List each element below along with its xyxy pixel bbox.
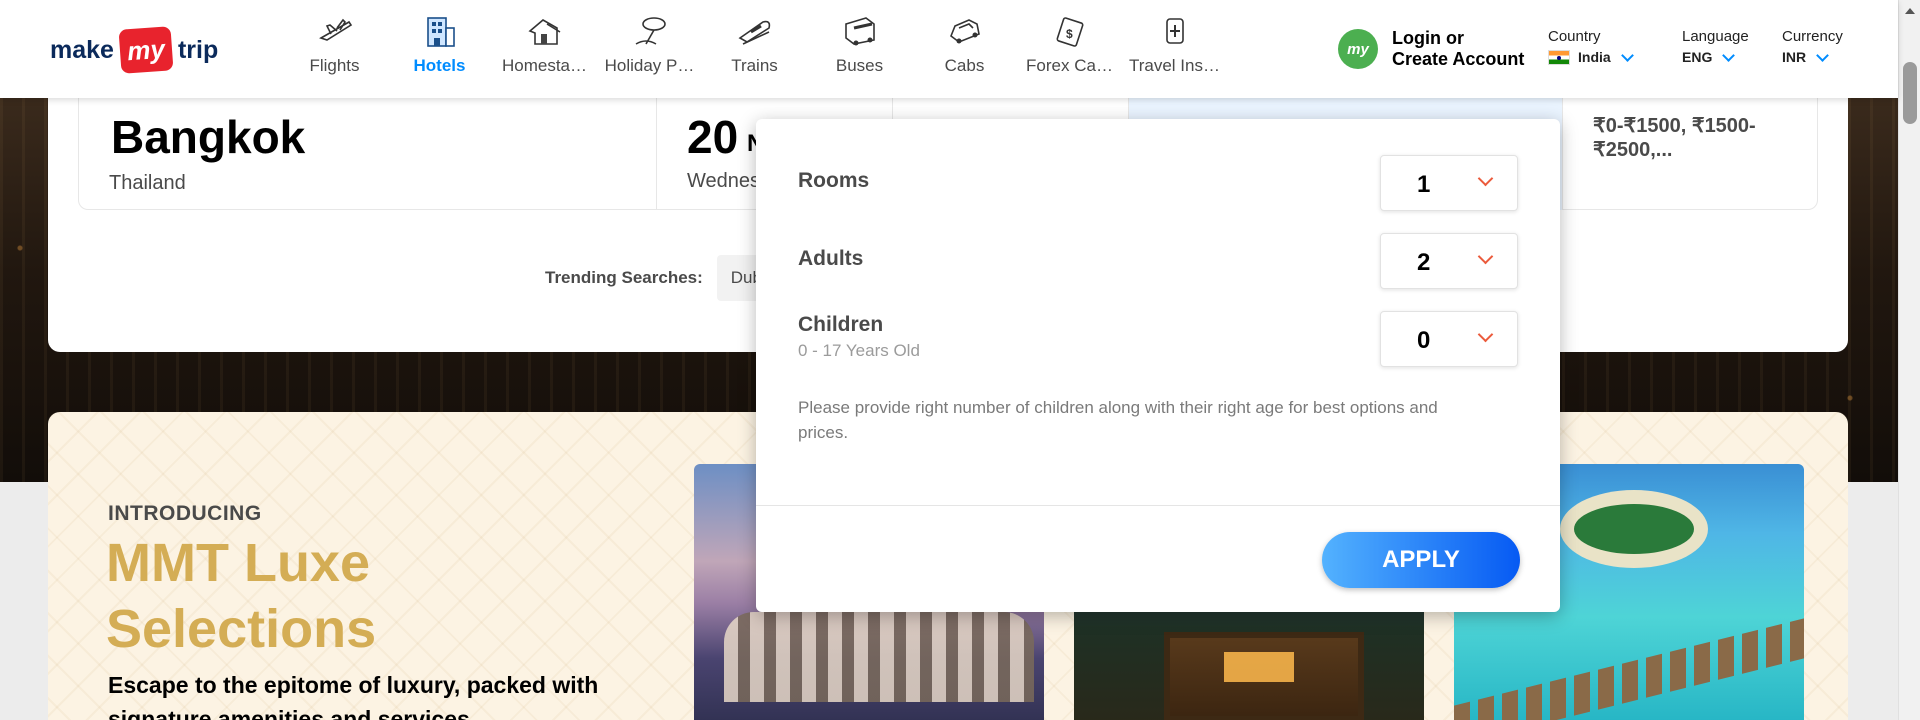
nav-label: Holiday P… (604, 56, 695, 75)
adults-value: 2 (1417, 249, 1431, 276)
nav-label: Flights (309, 56, 360, 75)
insurance-icon (1165, 18, 1184, 44)
luxe-subtitle: Escape to the epitome of luxury, packed … (108, 672, 599, 720)
india-flag-icon (1548, 49, 1570, 65)
scroll-up-arrow-icon[interactable] (1905, 8, 1915, 14)
checkin-day: 20 (687, 111, 739, 163)
adults-row: Adults 2 (798, 233, 1518, 289)
apply-button[interactable]: APPLY (1322, 532, 1520, 588)
currency-value: INR (1782, 49, 1807, 65)
forex-card-icon: $ (1056, 17, 1083, 47)
chevron-down-icon (1477, 326, 1494, 343)
makemytrip-logo[interactable]: make my trip (50, 26, 219, 74)
language-selector[interactable]: Language ENG (1682, 28, 1749, 65)
luxe-intro: INTRODUCING (108, 502, 262, 525)
children-select[interactable]: 0 (1380, 311, 1518, 367)
bus-icon (844, 17, 875, 46)
svg-text:$: $ (1066, 27, 1073, 41)
homestay-icon (527, 19, 560, 45)
logo-text-trip: trip (177, 35, 219, 64)
nav-label: Homesta… (501, 56, 588, 75)
city-country: Thailand (109, 172, 186, 194)
luxe-title: MMT Luxe Selections (106, 533, 377, 659)
trending-searches: Trending Searches: Dub (545, 255, 776, 301)
children-note: Please provide right number of children … (798, 398, 1438, 442)
rooms-value: 1 (1417, 171, 1431, 198)
chevron-down-icon (1722, 49, 1736, 62)
language-value: ENG (1682, 49, 1713, 65)
nav-label: Forex Ca… (1026, 56, 1113, 75)
nav-item-buses[interactable]: Buses (807, 12, 912, 86)
scrollbar-thumb[interactable] (1903, 62, 1917, 124)
rooms-row: Rooms 1 (798, 155, 1518, 211)
login-label: Login or Create Account (1392, 28, 1524, 70)
nav-item-travel-insurance[interactable]: Travel Ins… (1122, 12, 1227, 86)
logo-text-make: make (50, 35, 114, 64)
chevron-down-icon (1477, 170, 1494, 187)
nav-item-hotels[interactable]: Hotels (387, 12, 492, 86)
currency-title: Currency (1782, 28, 1843, 45)
trending-label: Trending Searches: (545, 268, 703, 287)
chevron-down-icon (1816, 49, 1829, 62)
children-row: Children 0 - 17 Years Old 0 (798, 311, 1518, 367)
flight-icon (318, 18, 352, 41)
city-name: Bangkok (111, 111, 306, 163)
nav-item-flights[interactable]: Flights (282, 12, 387, 86)
country-value: India (1578, 49, 1611, 65)
nav-label: Cabs (944, 56, 985, 75)
nav-item-forex-card[interactable]: $ Forex Ca… (1017, 12, 1122, 86)
nav-label: Hotels (413, 56, 466, 75)
main-nav: Flights Hotels Homesta… Holiday P… Train… (282, 12, 1227, 86)
popup-divider (756, 505, 1560, 506)
nav-item-trains[interactable]: Trains (702, 12, 807, 86)
logo-text-my: my (118, 26, 174, 74)
children-value: 0 (1417, 327, 1431, 354)
holiday-icon (635, 17, 666, 45)
rooms-select[interactable]: 1 (1380, 155, 1518, 211)
hotel-icon (426, 17, 455, 47)
nav-item-holiday-packages[interactable]: Holiday P… (597, 12, 702, 86)
top-header: make my trip Flights Hotels Homesta… Hol… (0, 0, 1898, 98)
rooms-guests-popup: Rooms 1 Adults 2 Children 0 - 17 Years O… (756, 119, 1560, 612)
nav-item-homestays[interactable]: Homesta… (492, 12, 597, 86)
language-title: Language (1682, 28, 1749, 45)
nav-label: Trains (731, 56, 778, 75)
login-line1: Login or (1392, 28, 1464, 48)
train-icon (738, 20, 770, 45)
nav-label: Travel Ins… (1128, 56, 1220, 75)
login-button[interactable]: my Login or Create Account (1338, 28, 1524, 70)
chevron-down-icon (1620, 49, 1634, 62)
country-selector[interactable]: Country India (1548, 28, 1634, 65)
page-scrollbar[interactable] (1898, 0, 1920, 720)
currency-selector[interactable]: Currency INR (1782, 28, 1843, 65)
checkin-weekday: Wednes (687, 170, 761, 192)
login-line2: Create Account (1392, 49, 1525, 69)
nav-label: Buses (835, 56, 884, 75)
cab-icon (949, 19, 980, 44)
account-avatar: my (1338, 29, 1378, 69)
price-range: ₹0-₹1500, ₹1500-₹2500,... (1593, 115, 1756, 161)
country-title: Country (1548, 28, 1601, 45)
nav-item-cabs[interactable]: Cabs (912, 12, 1017, 86)
adults-select[interactable]: 2 (1380, 233, 1518, 289)
chevron-down-icon (1477, 248, 1494, 265)
